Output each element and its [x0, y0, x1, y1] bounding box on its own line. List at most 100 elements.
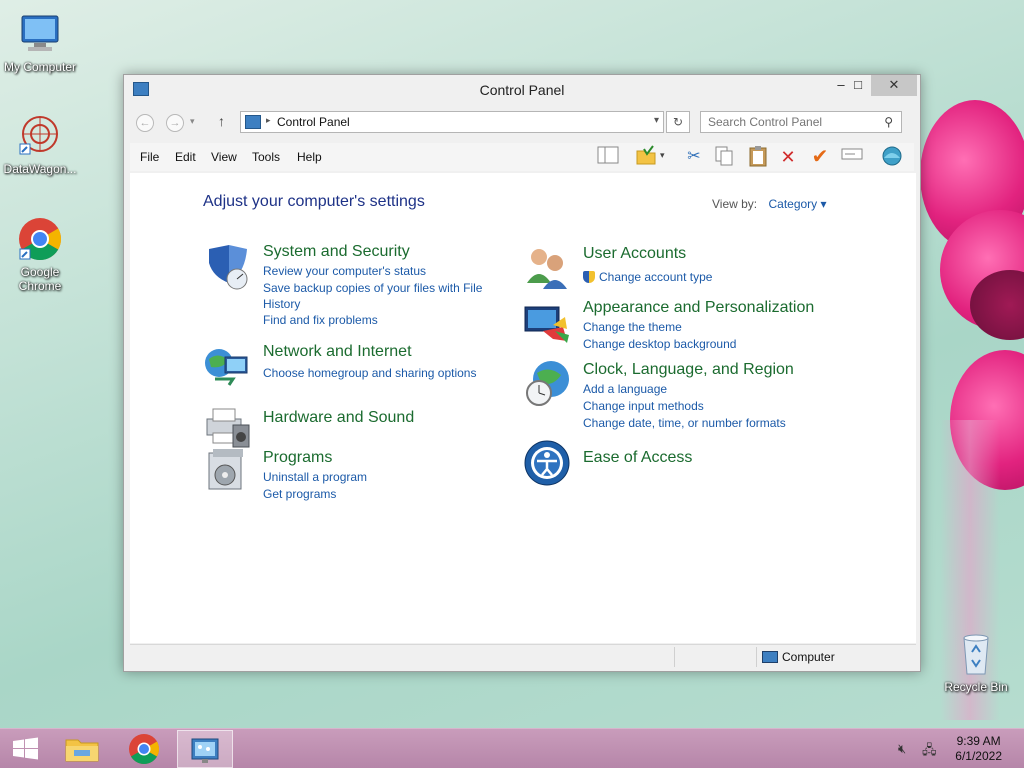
link-file-history[interactable]: Save backup copies of your files with Fi…	[263, 280, 482, 296]
refresh-button[interactable]: ↻	[666, 111, 690, 133]
delete-button[interactable]: ✕	[776, 145, 800, 169]
link-change-desktop-background[interactable]: Change desktop background	[583, 336, 736, 352]
address-dropdown-icon[interactable]: ▾	[654, 115, 659, 126]
network-icon[interactable]: 🖧	[922, 741, 937, 763]
category-title[interactable]: Clock, Language, and Region	[583, 361, 794, 379]
view-by-value: Category	[768, 197, 818, 211]
category-title[interactable]: Appearance and Personalization	[583, 299, 814, 317]
arrow-left-icon: ←	[139, 117, 151, 129]
desktop-icon-chrome[interactable]: Google Chrome	[0, 215, 80, 293]
desktop-icon-label: Google Chrome	[18, 265, 62, 293]
category-title[interactable]: Programs	[263, 449, 332, 467]
start-button[interactable]	[0, 730, 50, 768]
menu-edit[interactable]: Edit	[175, 150, 196, 164]
status-separator	[674, 647, 675, 667]
desktop-icon-my-computer[interactable]: My Computer	[0, 10, 80, 74]
monitor-icon	[523, 297, 573, 347]
arrow-up-icon: ↑	[218, 113, 225, 129]
category-title[interactable]: Ease of Access	[583, 449, 692, 467]
maximize-button[interactable]: □	[841, 75, 875, 96]
layout-icon	[597, 146, 619, 164]
status-separator	[756, 647, 757, 667]
desktop-icon-recycle-bin[interactable]: Recycle Bin	[936, 630, 1016, 694]
datawagon-icon	[16, 112, 64, 160]
volume-muted-icon[interactable]: 🔇︎	[898, 741, 906, 757]
ease-of-access-icon	[523, 439, 573, 489]
network-icon	[203, 343, 253, 393]
category-programs: Programs Uninstall a program Get program…	[203, 445, 503, 505]
close-button[interactable]: ✕	[871, 75, 917, 96]
search-box[interactable]: ⚲	[700, 111, 902, 133]
preview-pane-button[interactable]	[596, 145, 620, 169]
search-icon[interactable]: ⚲	[884, 115, 893, 129]
my-computer-icon	[16, 10, 64, 58]
link-file-history-cont[interactable]: History	[263, 296, 300, 312]
properties-button[interactable]: ✔	[808, 145, 832, 169]
category-hardware-sound: Hardware and Sound	[203, 401, 503, 451]
link-homegroup-sharing[interactable]: Choose homegroup and sharing options	[263, 365, 476, 381]
link-find-fix-problems[interactable]: Find and fix problems	[263, 312, 378, 328]
paste-button[interactable]	[746, 145, 770, 169]
cut-button[interactable]: ✂	[682, 145, 706, 169]
chevron-down-icon: ▾	[820, 197, 827, 211]
clock-time: 9:39 AM	[956, 734, 1001, 748]
address-bar[interactable]: ▸ Control Panel ▾	[240, 111, 664, 133]
link-review-status[interactable]: Review your computer's status	[263, 263, 426, 279]
checkmark-icon: ✔	[811, 146, 829, 168]
copy-icon	[715, 146, 733, 166]
desktop-icon-datawagon[interactable]: DataWagon...	[0, 112, 80, 176]
shell-icon	[882, 146, 902, 166]
menu-bar: File Edit View Tools Help ▾ ✂ ✕ ✔	[130, 143, 914, 171]
link-get-programs[interactable]: Get programs	[263, 486, 336, 502]
up-button[interactable]: ↑	[218, 113, 225, 129]
window-title: Control Panel	[479, 82, 565, 98]
link-change-theme[interactable]: Change the theme	[583, 319, 682, 335]
view-by-dropdown[interactable]: Category ▾	[768, 197, 826, 211]
taskbar-clock[interactable]: 9:39 AM 6/1/2022	[955, 734, 1002, 764]
folder-options-dropdown[interactable]: ▾	[660, 150, 665, 161]
clipboard-icon	[749, 146, 767, 167]
computer-icon	[762, 651, 778, 663]
search-input[interactable]	[701, 112, 871, 132]
status-bar: Computer	[130, 644, 916, 668]
category-title[interactable]: User Accounts	[583, 245, 686, 263]
menu-file[interactable]: File	[140, 150, 159, 164]
title-bar[interactable]: Control Panel – □ ✕	[124, 75, 920, 105]
menu-tools[interactable]: Tools	[252, 150, 280, 164]
category-network-internet: Network and Internet Choose homegroup an…	[203, 343, 503, 393]
rename-icon	[841, 148, 863, 160]
taskbar-chrome[interactable]	[116, 730, 172, 768]
link-add-language[interactable]: Add a language	[583, 381, 667, 397]
taskbar-control-panel[interactable]	[177, 730, 233, 768]
menu-help[interactable]: Help	[297, 150, 322, 164]
uac-shield-icon	[583, 271, 595, 283]
view-by: View by: Category ▾	[712, 197, 827, 211]
address-row: ← → ▾ ↑ ▸ Control Panel ▾ ↻ ⚲	[130, 109, 914, 137]
link-change-date-time-formats[interactable]: Change date, time, or number formats	[583, 415, 786, 431]
recent-locations-dropdown[interactable]: ▾	[190, 116, 195, 127]
folder-options-button[interactable]	[634, 145, 658, 169]
users-icon	[523, 243, 573, 293]
breadcrumb-separator-icon: ▸	[266, 115, 271, 125]
taskbar-file-explorer[interactable]	[54, 730, 110, 768]
forward-button[interactable]: →	[166, 114, 184, 132]
category-title[interactable]: Network and Internet	[263, 343, 412, 361]
category-title[interactable]: System and Security	[263, 243, 410, 261]
copy-button[interactable]	[712, 145, 736, 169]
link-change-input-methods[interactable]: Change input methods	[583, 398, 704, 414]
desktop-icon-label: DataWagon...	[3, 162, 77, 176]
world-button[interactable]	[880, 145, 904, 169]
refresh-icon: ↻	[672, 115, 684, 129]
menu-view[interactable]: View	[211, 150, 237, 164]
desktop-icon-label: My Computer	[3, 60, 77, 74]
link-uninstall-program[interactable]: Uninstall a program	[263, 469, 367, 485]
chrome-icon	[129, 734, 160, 765]
printer-icon	[203, 401, 253, 451]
link-change-account-type[interactable]: Change account type	[583, 269, 712, 285]
main-content: Adjust your computer's settings View by:…	[130, 173, 916, 643]
back-button[interactable]: ←	[136, 114, 154, 132]
rename-button[interactable]	[840, 145, 864, 169]
category-title[interactable]: Hardware and Sound	[263, 409, 414, 427]
breadcrumb-control-panel[interactable]: Control Panel	[277, 115, 350, 129]
recycle-bin-icon	[952, 630, 1000, 678]
